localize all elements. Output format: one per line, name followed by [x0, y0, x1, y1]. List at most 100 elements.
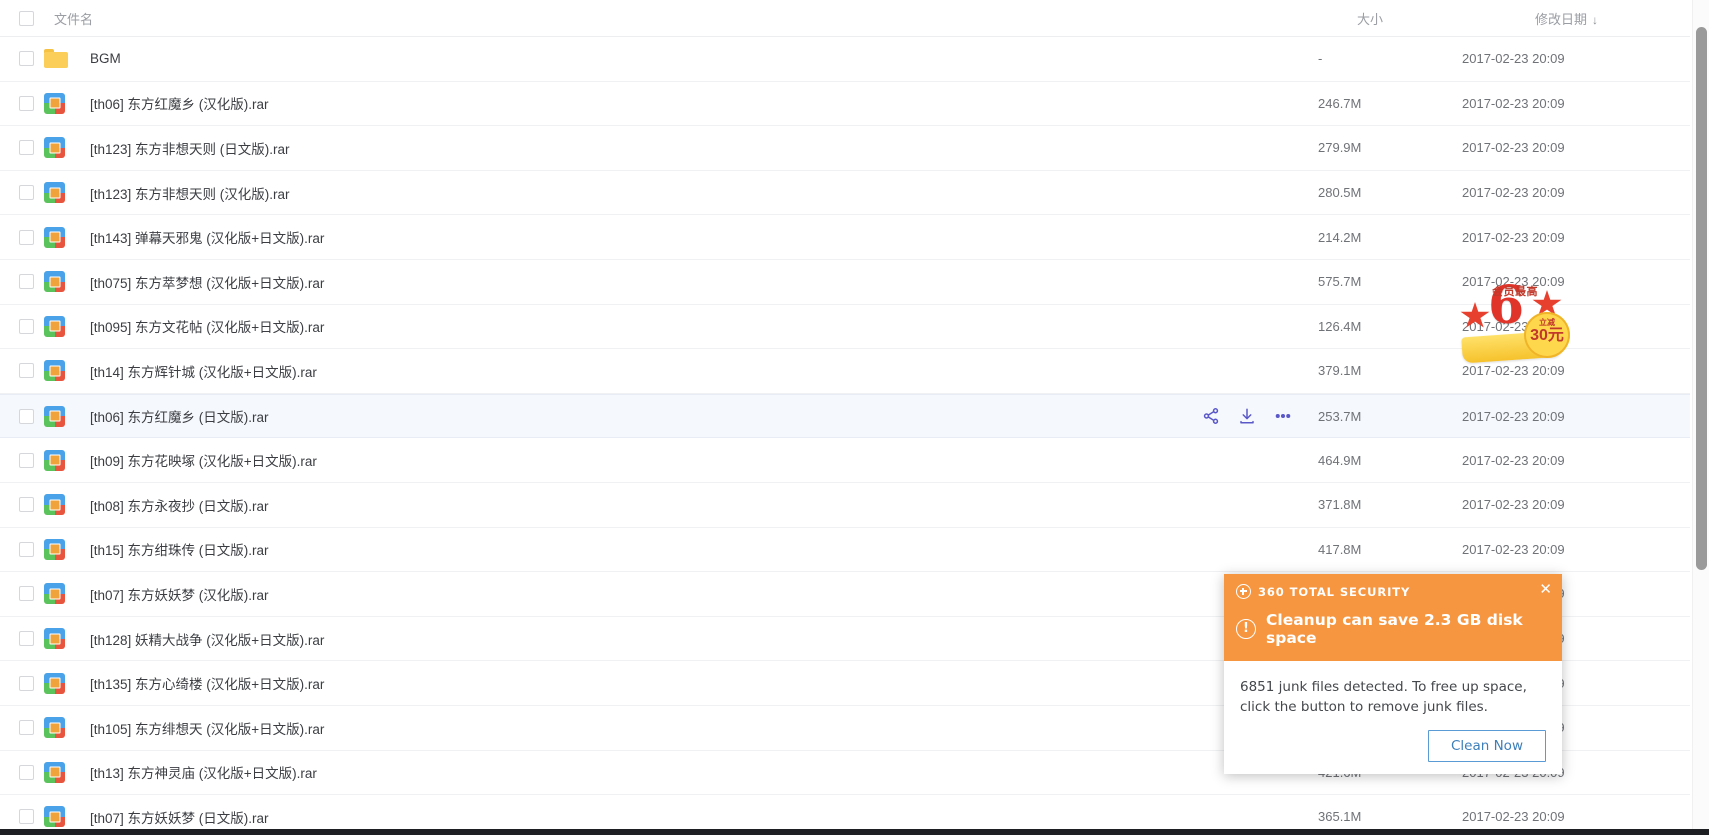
table-row[interactable]: [th143] 弹幕天邪鬼 (汉化版+日文版).rar 214.2M 2017-02… — [0, 215, 1690, 260]
close-icon[interactable]: ✕ — [1539, 582, 1552, 597]
download-icon[interactable] — [1238, 407, 1256, 425]
table-row[interactable]: [th09] 东方花映塚 (汉化版+日文版).rar 464.9M 2017-02-… — [0, 438, 1690, 483]
row-checkbox[interactable] — [18, 541, 34, 557]
file-name[interactable]: [th08] 东方永夜抄 (日文版).rar — [80, 495, 1310, 515]
rar-icon — [44, 182, 65, 204]
row-icon-cell — [44, 672, 80, 694]
row-checkbox[interactable] — [18, 408, 34, 424]
clean-now-button[interactable]: Clean Now — [1427, 729, 1546, 762]
file-size: 214.2M — [1318, 229, 1362, 245]
table-row[interactable]: [th075] 东方萃梦想 (汉化版+日文版).rar 575.7M 2017-02… — [0, 259, 1690, 305]
popup-message: 6851 junk files detected. To free up spa… — [1240, 679, 1527, 716]
column-header-date[interactable]: 修改日期 ↓ — [1430, 9, 1690, 28]
row-checkbox[interactable] — [18, 140, 34, 156]
select-all-cell — [8, 10, 44, 26]
file-name[interactable]: [th09] 东方花映塚 (汉化版+日文版).rar — [80, 450, 1310, 470]
file-name[interactable]: [th095] 东方文花帖 (汉化版+日文版).rar — [80, 316, 1310, 336]
file-modified-date: 2017-02-23 20:09 — [1462, 95, 1565, 111]
row-select-cell — [8, 720, 44, 736]
row-checkbox[interactable] — [18, 720, 34, 736]
row-select-cell — [8, 809, 44, 825]
file-size: 379.1M — [1318, 363, 1362, 379]
row-checkbox[interactable] — [18, 497, 34, 513]
rar-icon — [44, 672, 65, 694]
row-checkbox[interactable] — [18, 452, 34, 468]
warning-icon: ! — [1236, 619, 1256, 639]
folder-icon — [44, 49, 68, 69]
row-icon-cell — [44, 449, 80, 471]
file-name[interactable]: [th15] 东方绀珠传 (日文版).rar — [80, 539, 1310, 559]
file-name[interactable]: [th123] 东方非想天则 (日文版).rar — [80, 138, 1310, 158]
row-checkbox[interactable] — [18, 229, 34, 245]
rar-icon — [44, 717, 65, 739]
vertical-scrollbar-thumb[interactable] — [1696, 27, 1707, 570]
row-checkbox[interactable] — [18, 185, 34, 201]
vertical-scrollbar-track[interactable] — [1692, 0, 1709, 835]
rar-icon — [44, 226, 65, 248]
table-row[interactable]: [th15] 东方绀珠传 (日文版).rar 417.8M 2017-02-23 2… — [0, 527, 1690, 573]
row-checkbox[interactable] — [18, 363, 34, 379]
file-name[interactable]: [th143] 弹幕天邪鬼 (汉化版+日文版).rar — [80, 227, 1310, 247]
file-size: 279.9M — [1318, 140, 1362, 156]
file-name[interactable]: [th105] 东方绯想天 (汉化版+日文版).rar — [80, 718, 1310, 738]
rar-icon — [44, 137, 65, 159]
file-name[interactable]: [th06] 东方红魔乡 (汉化版).rar — [80, 93, 1310, 113]
row-icon-cell — [44, 583, 80, 605]
row-checkbox[interactable] — [18, 95, 34, 111]
row-select-cell — [8, 185, 44, 201]
file-modified-date: 2017-02-23 20:09 — [1462, 541, 1565, 557]
file-name[interactable]: [th123] 东方非想天则 (汉化版).rar — [80, 183, 1310, 203]
row-icon-cell — [44, 315, 80, 337]
row-icon-cell — [44, 806, 80, 828]
table-row[interactable]: [th123] 东方非想天则 (日文版).rar 279.9M 2017-02-23… — [0, 126, 1690, 171]
file-size: - — [1318, 51, 1323, 67]
table-row[interactable]: [th095] 东方文花帖 (汉化版+日文版).rar 126.4M 2017-02… — [0, 304, 1690, 350]
select-all-checkbox[interactable] — [18, 10, 34, 26]
table-row[interactable]: [th14] 东方辉针城 (汉化版+日文版).rar 379.1M 2017-02-… — [0, 349, 1690, 394]
file-name[interactable]: [th07] 东方妖妖梦 (日文版).rar — [80, 807, 1310, 827]
file-name[interactable]: [th135] 东方心绮楼 (汉化版+日文版).rar — [80, 673, 1310, 693]
file-size: 371.8M — [1318, 497, 1362, 513]
file-name[interactable]: BGM — [80, 51, 1310, 66]
table-row[interactable]: BGM - 2017-02-23 20:09 — [0, 37, 1690, 82]
table-row[interactable]: [th123] 东方非想天则 (汉化版).rar 280.5M 2017-02-23… — [0, 170, 1690, 216]
file-name[interactable]: [th128] 妖精大战争 (汉化版+日文版).rar — [80, 629, 1310, 649]
row-select-cell — [8, 363, 44, 379]
column-header-name[interactable]: 文件名 — [44, 9, 1310, 28]
row-icon-cell — [44, 494, 80, 516]
file-name[interactable]: [th07] 东方妖妖梦 (汉化版).rar — [80, 584, 1310, 604]
promo-coin: 立减 30元 — [1524, 312, 1570, 358]
promo-coin-amount: 30元 — [1530, 327, 1564, 344]
vip-promo-badge[interactable]: 6 会员最高 立减 30元 — [1460, 278, 1570, 370]
table-row[interactable]: [th06] 东方红魔乡 (汉化版).rar 246.7M 2017-02-23 2… — [0, 81, 1690, 127]
row-icon-cell — [44, 137, 80, 159]
column-header-date-label: 修改日期 — [1534, 11, 1587, 27]
row-select-cell — [8, 764, 44, 780]
row-checkbox[interactable] — [18, 631, 34, 647]
file-name[interactable]: [th13] 东方神灵庙 (汉化版+日文版).rar — [80, 762, 1310, 782]
row-checkbox[interactable] — [18, 274, 34, 290]
row-checkbox[interactable] — [18, 51, 34, 67]
row-checkbox[interactable] — [18, 586, 34, 602]
file-modified-date: 2017-02-23 20:09 — [1462, 51, 1565, 67]
share-icon[interactable] — [1202, 407, 1220, 425]
file-modified-date: 2017-02-23 20:09 — [1462, 809, 1565, 825]
row-checkbox[interactable] — [18, 675, 34, 691]
row-checkbox[interactable] — [18, 809, 34, 825]
table-row[interactable]: [th06] 东方红魔乡 (日文版).rar 253.7M 2017-02-23 2… — [0, 393, 1690, 439]
sort-descending-icon[interactable]: ↓ — [1592, 13, 1598, 27]
file-name[interactable]: [th14] 东方辉针城 (汉化版+日文版).rar — [80, 361, 1310, 381]
shield-plus-icon — [1236, 584, 1251, 599]
row-select-cell — [8, 631, 44, 647]
row-checkbox[interactable] — [18, 764, 34, 780]
row-icon-cell — [44, 761, 80, 783]
more-icon[interactable] — [1274, 407, 1292, 425]
row-select-cell — [8, 140, 44, 156]
row-checkbox[interactable] — [18, 318, 34, 334]
column-header-size[interactable]: 大小 — [1310, 9, 1430, 28]
row-icon-cell — [44, 538, 80, 560]
table-row[interactable]: [th08] 东方永夜抄 (日文版).rar 371.8M 2017-02-23 2… — [0, 482, 1690, 528]
file-name[interactable]: [th075] 东方萃梦想 (汉化版+日文版).rar — [80, 272, 1310, 292]
file-name[interactable]: [th06] 东方红魔乡 (日文版).rar — [80, 406, 1202, 426]
promo-coin-label: 立减 — [1539, 318, 1555, 327]
